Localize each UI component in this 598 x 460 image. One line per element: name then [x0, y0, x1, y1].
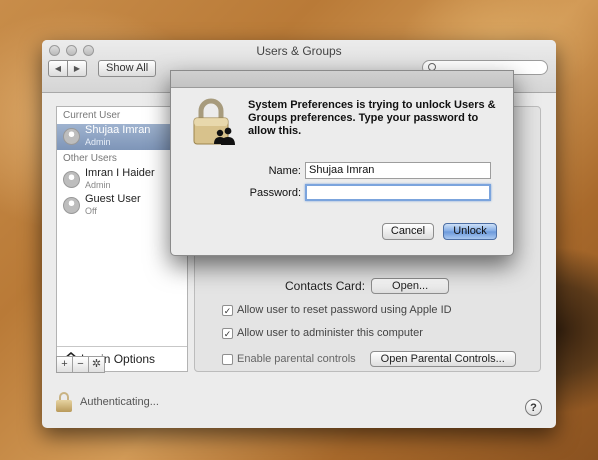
reset-password-label: Allow user to reset password using Apple…	[237, 304, 452, 316]
other-users-header: Other Users	[63, 153, 117, 164]
authentication-dialog: System Preferences is trying to unlock U…	[170, 70, 514, 256]
reset-password-checkbox[interactable]: ✓	[222, 304, 233, 316]
sidebar-item-guest[interactable]: Guest User Off	[57, 193, 187, 219]
contacts-card-label: Contacts Card:	[285, 279, 366, 293]
avatar	[63, 171, 80, 188]
reset-password-check-row[interactable]: ✓ Allow user to reset password using App…	[222, 304, 452, 316]
back-button[interactable]: ◀	[48, 60, 68, 77]
password-field[interactable]	[305, 184, 491, 201]
lock-status[interactable]: Authenticating...	[56, 392, 159, 412]
action-gear-button[interactable]: ✲	[88, 356, 105, 373]
admin-check-row[interactable]: ✓ Allow user to administer this computer	[222, 327, 423, 339]
open-parental-controls-button[interactable]: Open Parental Controls...	[369, 351, 516, 367]
password-label: Password:	[249, 187, 301, 199]
sidebar-buttons: + − ✲	[56, 356, 105, 373]
admin-checkbox[interactable]: ✓	[222, 327, 233, 339]
status-text: Authenticating...	[80, 396, 159, 408]
cancel-button[interactable]: Cancel	[382, 223, 434, 240]
dialog-titlebar	[171, 71, 513, 88]
current-user-header: Current User	[63, 110, 121, 121]
name-field[interactable]: Shujaa Imran	[305, 162, 491, 179]
unlock-button[interactable]: Unlock	[443, 223, 497, 240]
open-contacts-button[interactable]: Open...	[371, 278, 450, 294]
parental-check-row[interactable]: Enable parental controls Open Parental C…	[222, 351, 516, 367]
parental-checkbox[interactable]	[222, 353, 233, 365]
add-user-button[interactable]: +	[56, 356, 73, 373]
window-title: Users & Groups	[256, 44, 342, 58]
sidebar-item-user[interactable]: Imran I Haider Admin	[57, 167, 187, 193]
name-label: Name:	[268, 165, 301, 177]
help-button[interactable]: ?	[525, 399, 542, 416]
admin-label: Allow user to administer this computer	[237, 327, 423, 339]
avatar	[63, 128, 80, 145]
users-sidebar: Current User Shujaa Imran Admin Other Us…	[56, 106, 188, 372]
avatar	[63, 197, 80, 214]
forward-button[interactable]: ▶	[68, 60, 87, 77]
lock-users-icon	[193, 98, 235, 145]
sidebar-item-current-user[interactable]: Shujaa Imran Admin	[57, 124, 187, 150]
parental-label: Enable parental controls	[237, 353, 356, 365]
nav-buttons: ◀ ▶	[48, 60, 87, 77]
contacts-card-row: Contacts Card: Open...	[285, 278, 450, 294]
lock-icon	[56, 392, 72, 412]
dialog-message: System Preferences is trying to unlock U…	[248, 99, 496, 137]
show-all-button[interactable]: Show All	[98, 60, 157, 77]
remove-user-button[interactable]: −	[72, 356, 89, 373]
